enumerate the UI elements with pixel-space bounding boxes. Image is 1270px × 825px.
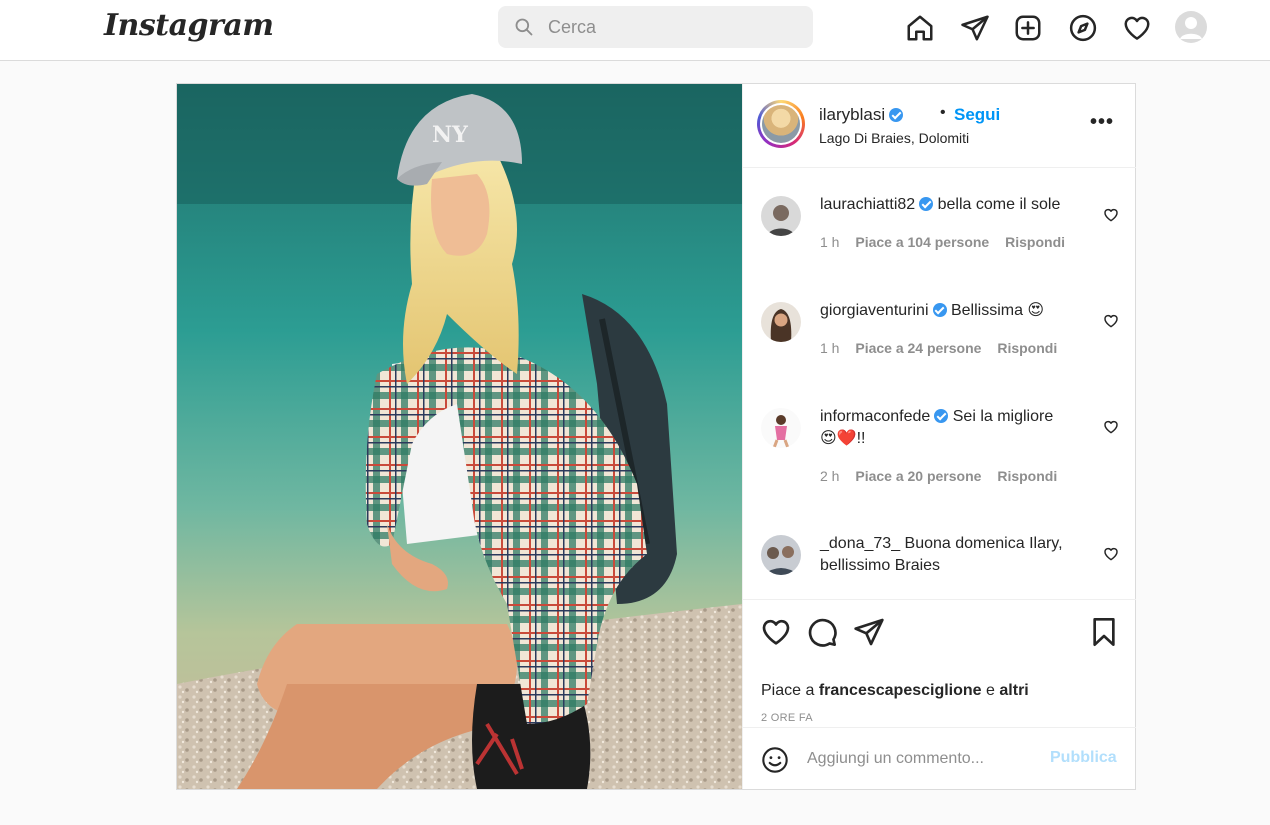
author-username[interactable]: ilaryblasi bbox=[819, 105, 885, 124]
default-avatar-icon bbox=[1180, 17, 1202, 39]
direct-icon bbox=[961, 15, 989, 41]
comment-meta: 1 h Piace a 24 persone Rispondi bbox=[820, 340, 1069, 356]
comment-bubble-icon[interactable] bbox=[806, 616, 838, 648]
comment-body: bella come il sole bbox=[937, 196, 1061, 213]
profile-avatar[interactable] bbox=[1175, 11, 1207, 43]
commenter-avatar-image bbox=[761, 302, 801, 342]
comments-list: laurachiatti82 bella come il sole 1 h Pi… bbox=[743, 168, 1136, 599]
activity-icon bbox=[1124, 16, 1150, 40]
post-card: NY ilaryblasi • Segui Lago Di Braies, Do… bbox=[176, 83, 1136, 790]
verified-badge-icon bbox=[932, 302, 947, 317]
publish-button[interactable]: Pubblica bbox=[1050, 749, 1117, 767]
comment-username[interactable]: _dona_73_ bbox=[820, 535, 900, 552]
comment-text: laurachiatti82 bella come il sole bbox=[820, 194, 1090, 216]
svg-text:NY: NY bbox=[432, 122, 468, 148]
comment-username[interactable]: giorgiaventurini bbox=[820, 302, 929, 319]
comment-like-heart-icon[interactable] bbox=[1103, 313, 1119, 329]
commenter-avatar[interactable] bbox=[761, 196, 801, 236]
likes-summary: Piace a francescapesciglione e altri bbox=[761, 682, 1029, 700]
follow-button[interactable]: Segui bbox=[954, 105, 1000, 125]
comment-text: giorgiaventurini Bellissima 😍 bbox=[820, 300, 1090, 322]
emoji-icon[interactable] bbox=[761, 746, 789, 774]
author-username-row: ilaryblasi bbox=[819, 105, 904, 125]
share-direct-icon[interactable] bbox=[853, 616, 885, 648]
verified-badge-icon bbox=[934, 408, 949, 423]
reply-button[interactable]: Rispondi bbox=[997, 340, 1057, 356]
new-post-icon bbox=[1015, 15, 1041, 41]
comment-likes[interactable]: Piace a 24 persone bbox=[855, 340, 981, 356]
post-photo-illustration: NY bbox=[177, 84, 742, 789]
separator-dot: • bbox=[940, 104, 946, 121]
add-comment-bar: Pubblica bbox=[743, 727, 1136, 789]
author-avatar[interactable] bbox=[757, 100, 805, 148]
comment-like-heart-icon[interactable] bbox=[1103, 419, 1119, 435]
home-button[interactable] bbox=[903, 11, 937, 45]
instagram-logo[interactable]: Instagram bbox=[104, 8, 274, 43]
comment-body-emoji: 😍❤️!! bbox=[820, 430, 866, 447]
post-header: ilaryblasi • Segui Lago Di Braies, Dolom… bbox=[743, 84, 1136, 168]
new-post-button[interactable] bbox=[1011, 11, 1045, 45]
comment-likes[interactable]: Piace a 20 persone bbox=[855, 468, 981, 484]
comment-like-heart-icon[interactable] bbox=[1103, 546, 1119, 562]
commenter-avatar[interactable] bbox=[761, 535, 801, 575]
commenter-avatar[interactable] bbox=[761, 408, 801, 448]
more-options-button[interactable]: ••• bbox=[1090, 111, 1114, 134]
post-timestamp[interactable]: 2 ORE FA bbox=[761, 712, 813, 724]
top-navigation-bar: Instagram bbox=[0, 0, 1270, 61]
likes-conj: e bbox=[986, 682, 995, 699]
commenter-avatar-image bbox=[761, 535, 801, 575]
explore-icon bbox=[1069, 14, 1097, 42]
comment-body: Bellissima 😍 bbox=[950, 302, 1045, 319]
search-input[interactable] bbox=[548, 12, 798, 42]
comment-time[interactable]: 1 h bbox=[820, 234, 839, 250]
comment-time[interactable]: 2 h bbox=[820, 468, 839, 484]
comment-text: _dona_73_ Buona domenica Ilary, bellissi… bbox=[820, 533, 1090, 577]
search-icon bbox=[515, 18, 533, 36]
comment-text: informaconfede Sei la migliore 😍❤️!! bbox=[820, 406, 1090, 450]
reply-button[interactable]: Rispondi bbox=[997, 468, 1057, 484]
verified-badge-icon bbox=[889, 107, 904, 122]
like-heart-icon[interactable] bbox=[760, 616, 792, 648]
add-comment-input[interactable] bbox=[807, 744, 1037, 774]
explore-button[interactable] bbox=[1066, 11, 1100, 45]
comment-meta: 2 h Piace a 20 persone Rispondi bbox=[820, 468, 1069, 484]
commenter-avatar[interactable] bbox=[761, 302, 801, 342]
home-icon bbox=[907, 15, 933, 41]
save-bookmark-icon[interactable] bbox=[1088, 616, 1120, 648]
reply-button[interactable]: Rispondi bbox=[1005, 234, 1065, 250]
post-location[interactable]: Lago Di Braies, Dolomiti bbox=[819, 130, 969, 146]
comment-username[interactable]: laurachiatti82 bbox=[820, 196, 915, 213]
likes-others-link[interactable]: altri bbox=[999, 682, 1028, 699]
comment-likes[interactable]: Piace a 104 persone bbox=[855, 234, 989, 250]
post-sidebar: ilaryblasi • Segui Lago Di Braies, Dolom… bbox=[742, 84, 1136, 789]
likes-user-link[interactable]: francescapesciglione bbox=[819, 682, 982, 699]
comment-username[interactable]: informaconfede bbox=[820, 408, 930, 425]
comment-body: Sei la migliore bbox=[952, 408, 1054, 425]
comment-like-heart-icon[interactable] bbox=[1103, 207, 1119, 223]
verified-badge-icon bbox=[919, 196, 934, 211]
comment-meta: 1 h Piace a 104 persone Rispondi bbox=[820, 234, 1077, 250]
search-box[interactable] bbox=[498, 6, 813, 48]
commenter-avatar-image bbox=[761, 408, 801, 448]
post-photo[interactable]: NY bbox=[177, 84, 742, 789]
direct-button[interactable] bbox=[958, 11, 992, 45]
post-actions: Piace a francescapesciglione e altri 2 O… bbox=[743, 599, 1136, 727]
activity-button[interactable] bbox=[1120, 11, 1154, 45]
comment-time[interactable]: 1 h bbox=[820, 340, 839, 356]
likes-prefix: Piace a bbox=[761, 682, 815, 699]
commenter-avatar-image bbox=[761, 196, 801, 236]
